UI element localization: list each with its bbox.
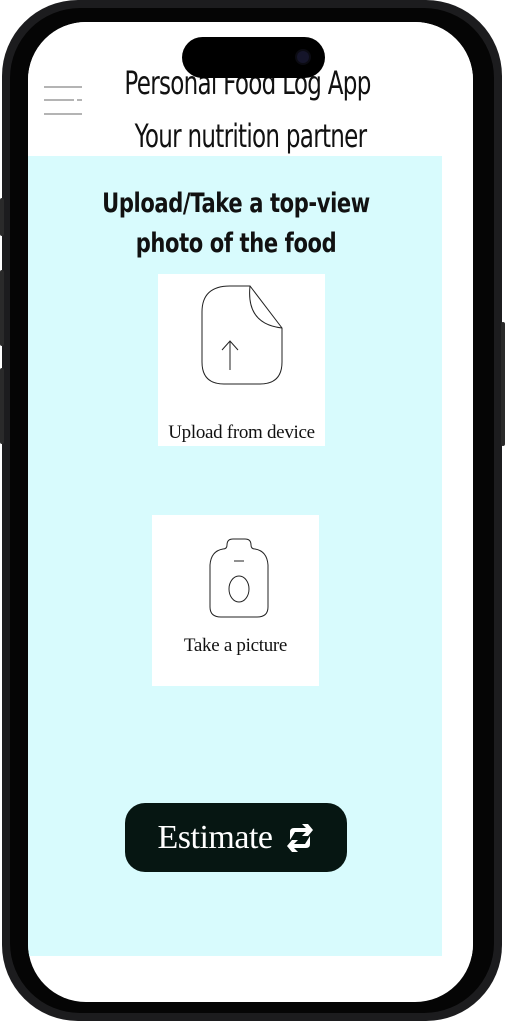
main-content: Upload/Take a top-view photo of the food… — [28, 156, 442, 956]
refresh-icon — [287, 823, 314, 852]
instruction-heading: Upload/Take a top-view photo of the food — [102, 188, 370, 259]
camera-card-label: Take a picture — [183, 635, 288, 656]
app-screen: Personal Food Log App Your nutrition par… — [28, 22, 473, 1002]
action-button — [0, 198, 4, 236]
dynamic-island — [182, 37, 325, 78]
take-picture-card[interactable]: Take a picture — [152, 515, 319, 686]
right-margin — [442, 156, 473, 956]
hamburger-menu-icon[interactable] — [44, 86, 84, 116]
volume-down-button — [0, 368, 4, 444]
upload-from-device-card[interactable]: Upload from device — [158, 274, 325, 446]
estimate-button[interactable]: Estimate — [125, 803, 347, 872]
file-upload-icon — [201, 285, 283, 385]
power-button — [501, 322, 505, 446]
volume-up-button — [0, 270, 4, 346]
camera-icon — [209, 538, 269, 618]
estimate-button-label: Estimate — [157, 818, 273, 856]
front-camera-icon — [297, 51, 309, 63]
app-subtitle: Your nutrition partner — [134, 117, 367, 155]
upload-card-label: Upload from device — [168, 422, 315, 443]
